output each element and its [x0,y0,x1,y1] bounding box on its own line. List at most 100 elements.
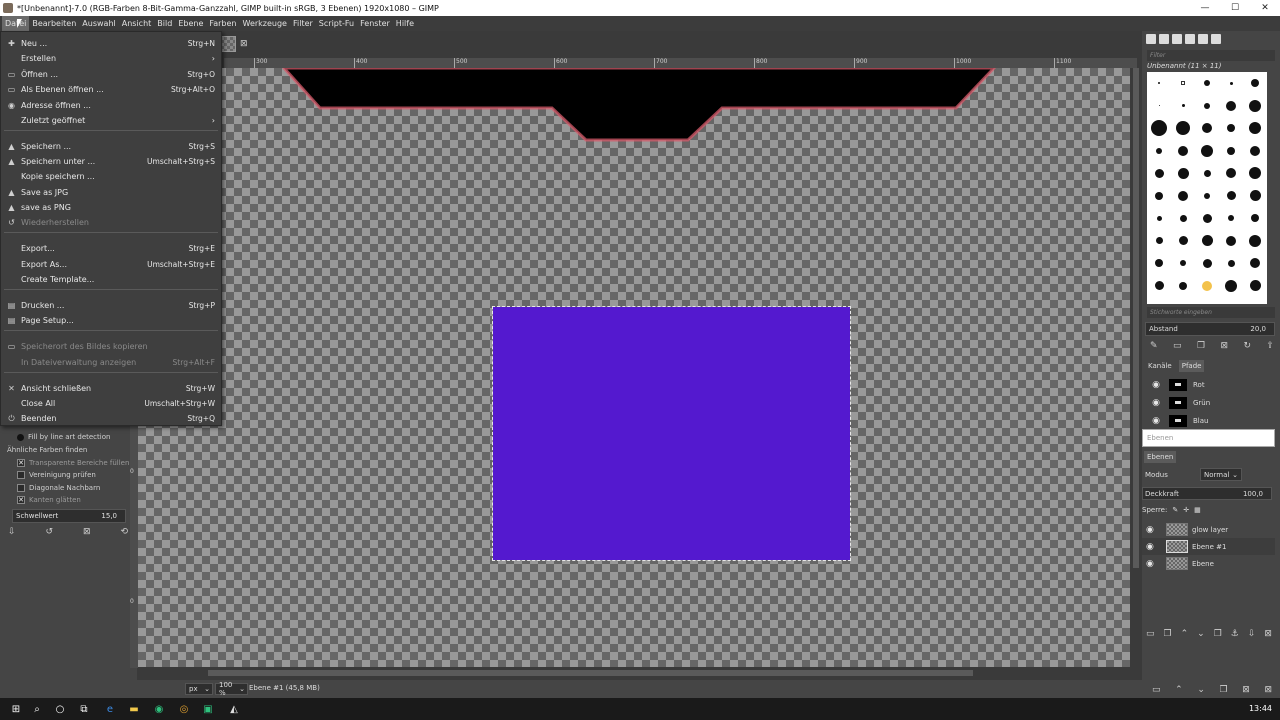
menu-fenster[interactable]: Fenster [357,16,393,31]
channel-row-green[interactable]: ◉ Grün [1145,394,1273,411]
brush-preset[interactable] [1195,117,1219,140]
brush-preset[interactable] [1195,185,1219,208]
lock-pixels-icon[interactable]: ✎ [1172,506,1178,514]
tab-channels[interactable]: Kanäle [1145,360,1175,372]
brush-preset[interactable] [1195,95,1219,118]
menu-item[interactable]: Zuletzt geöffnet › [1,113,221,127]
delete-brush-icon[interactable]: ⊠ [1220,341,1228,353]
tab-layers[interactable]: Ebenen [1144,451,1177,463]
menu-item[interactable]: ▲ Speichern ... Strg+S [1,139,221,153]
vertical-scrollbar[interactable] [1131,68,1141,678]
brush-preset[interactable] [1147,230,1171,253]
search-icon[interactable]: ⌕ [31,703,43,715]
brush-preset[interactable] [1219,117,1243,140]
open-as-image-icon[interactable]: ⇪ [1266,341,1274,353]
brush-preset[interactable] [1171,140,1195,163]
brush-preset[interactable] [1219,95,1243,118]
menu-item[interactable]: Kopie speichern ... [1,169,221,183]
gimp-taskbar-icon[interactable]: ◭ [228,703,240,715]
brush-preset[interactable] [1243,207,1267,230]
patterns-tab-icon[interactable] [1159,34,1169,44]
brush-preset[interactable] [1243,185,1267,208]
menu-werkzeuge[interactable]: Werkzeuge [240,16,290,31]
fonts-tab-icon[interactable] [1172,34,1182,44]
brush-preset[interactable] [1243,275,1267,298]
close-window-button[interactable]: ✕ [1250,0,1280,16]
brush-preset[interactable] [1147,275,1171,298]
eye-icon[interactable]: ◉ [1149,380,1163,390]
brush-preset[interactable] [1171,275,1195,298]
diagonal-neighbors-checkbox[interactable]: Diagonale Nachbarn [17,482,100,494]
refresh-brush-icon[interactable]: ↻ [1243,341,1251,353]
brush-preset[interactable] [1219,140,1243,163]
cortana-icon[interactable]: ○ [54,703,66,715]
lock-position-icon[interactable]: ✛ [1183,506,1189,514]
maximize-button[interactable]: ☐ [1220,0,1250,16]
brush-preset[interactable] [1195,252,1219,275]
menu-hilfe[interactable]: Hilfe [393,16,417,31]
brush-preset[interactable] [1147,162,1171,185]
menu-item[interactable]: ▭ Als Ebenen öffnen ... Strg+Alt+O [1,82,221,96]
brush-preset[interactable] [1147,140,1171,163]
menu-bearbeiten[interactable]: Bearbeiten [29,16,79,31]
edge-icon[interactable]: e [104,703,116,715]
lower-layer-icon[interactable]: ⌄ [1197,629,1205,641]
unit-select[interactable]: px ⌄ [185,683,213,695]
menu-item[interactable]: ✚ Neu ... Strg+N [1,36,221,50]
opacity-spinner[interactable]: Deckkraft 100,0 [1142,487,1272,500]
lower-icon[interactable]: ⌄ [1197,685,1205,697]
brush-preset[interactable] [1243,162,1267,185]
menu-item[interactable]: Close All Umschalt+Strg+W [1,396,221,410]
delete-layer-icon[interactable]: ⊠ [1264,629,1272,641]
close-tab-icon[interactable]: ⊠ [240,39,248,49]
mode-select[interactable]: Normal ⌄ [1200,468,1242,481]
brush-filter-input[interactable]: Filter [1147,50,1275,61]
brush-preset[interactable] [1195,72,1219,95]
menu-filter[interactable]: Filter [290,16,316,31]
scroll-thumb[interactable] [208,670,973,676]
layer-row[interactable]: ◉ glow layer [1142,521,1275,538]
task-view-icon[interactable]: ⧉ [78,703,90,715]
app-icon[interactable]: ◉ [153,703,165,715]
brush-preset[interactable] [1219,162,1243,185]
brush-preset[interactable] [1219,207,1243,230]
menu-item[interactable]: ⏻ Beenden Strg+Q [1,411,221,425]
tab-paths[interactable]: Pfade [1178,360,1205,372]
eye-icon[interactable]: ◉ [1146,542,1154,552]
eye-icon[interactable]: ◉ [1146,525,1154,535]
zoom-select[interactable]: 100 % ⌄ [215,681,248,697]
brush-preset[interactable] [1243,95,1267,118]
brush-preset[interactable] [1171,185,1195,208]
brush-preset[interactable] [1219,252,1243,275]
delete-icon[interactable]: ⊠ [1242,685,1250,697]
brush-preset[interactable] [1219,230,1243,253]
menu-datei[interactable]: Datei [2,16,30,31]
brush-preset[interactable] [1171,162,1195,185]
reset-icon[interactable]: ⟲ [120,527,128,539]
spacing-spinner[interactable]: Abstand 20,0 [1145,322,1275,336]
delete-icon[interactable]: ⊠ [83,527,91,539]
app-icon[interactable]: ▣ [202,703,214,715]
minimize-button[interactable]: — [1190,0,1220,16]
close-dock-icon[interactable]: ⊠ [1264,685,1272,697]
image-tab-thumbnail[interactable] [220,36,236,52]
brush-preset[interactable] [1219,72,1243,95]
duplicate-icon[interactable]: ❐ [1220,685,1228,697]
brush-preset[interactable] [1147,185,1171,208]
new-layer-group-icon[interactable]: ▭ [1146,629,1155,641]
brush-preset[interactable] [1243,140,1267,163]
brush-preset[interactable] [1219,185,1243,208]
menu-item[interactable]: ▤ Drucken ... Strg+P [1,298,221,312]
eye-icon[interactable]: ◉ [1146,559,1154,569]
menu-script-fu[interactable]: Script-Fu [316,16,357,31]
duplicate-layer-icon[interactable]: ❐ [1214,629,1222,641]
eye-icon[interactable]: ◉ [1149,416,1163,426]
brush-tags-input[interactable]: Stichworte eingeben [1147,307,1275,318]
menu-bild[interactable]: Bild [154,16,175,31]
transparent-fill-checkbox[interactable]: ✕ Transparente Bereiche füllen [17,457,129,469]
brush-preset[interactable] [1195,140,1219,163]
layer-row[interactable]: ◉ Ebene [1142,555,1275,572]
channel-row-blue[interactable]: ◉ Blau [1145,412,1273,429]
brushes-tab-icon[interactable] [1146,34,1156,44]
brush-preset[interactable] [1171,72,1195,95]
